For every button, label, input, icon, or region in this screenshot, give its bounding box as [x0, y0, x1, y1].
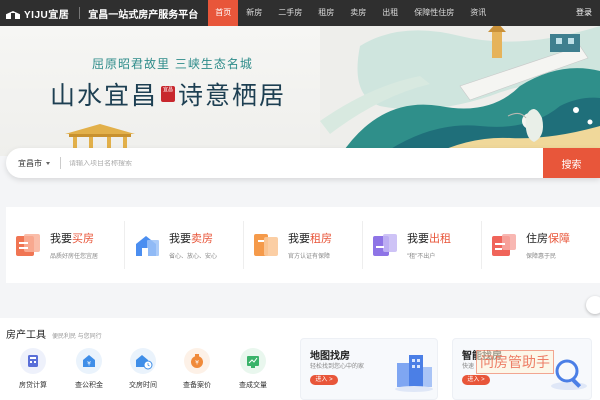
service-rent-house[interactable]: 我要租房 官方认证有保障 [244, 221, 363, 269]
magnifier-illustration-icon [551, 359, 587, 390]
service-housing-security[interactable]: 住房保障 保障惠于民 [482, 221, 600, 269]
watermark-text: 问房管助手 [476, 350, 554, 374]
service-entries: 我要买房 品质好房任您宜居 我要卖房 省心、放心、安心 我要租房 官方认证有保障 [6, 207, 600, 283]
sell-house-icon [136, 236, 159, 256]
service-lease-out[interactable]: 我要出租 "租"不出户 [363, 221, 482, 269]
promo-map-title: 地图找房 [310, 351, 350, 362]
promo-map-subtitle: 轻松找到您心中的家 [310, 364, 365, 370]
service-lease-subtitle: "租"不出户 [407, 254, 436, 260]
tool-delivery-label: 交房时间 [129, 382, 157, 389]
tools-header: 房产工具 便民利民 与您同行 [6, 326, 102, 341]
tool-housing-fund[interactable]: ¥ 查公积金 [64, 348, 114, 390]
nav-item-home[interactable]: 首页 [208, 0, 239, 26]
promo-smart-enter-button[interactable]: 进入 > [462, 375, 490, 385]
brand[interactable]: YIJU宜居 宜昌一站式房产服务平台 [0, 0, 198, 26]
nav-item-affordable-housing[interactable]: 保障性住房 [406, 0, 462, 26]
banner-tagline: 屈原昭君故里 三峡生态名城 [92, 57, 253, 71]
top-navbar: YIJU宜居 宜昌一站式房产服务平台 首页 新房 二手房 租房 卖房 出租 保障… [0, 0, 600, 26]
tool-filing-label: 查备案价 [183, 382, 211, 389]
service-security-subtitle: 保障惠于民 [526, 254, 557, 260]
service-lease-highlight: 出租 [429, 233, 451, 245]
lease-out-icon [373, 234, 397, 256]
hero-banner: 屈原昭君故里 三峡生态名城 山水宜昌 宜昌 诗意栖居 [0, 26, 600, 156]
service-security-prefix: 住房 [526, 233, 548, 245]
promo-map-search[interactable]: 地图找房 轻松找到您心中的家 进入 > [300, 338, 438, 400]
service-buy-subtitle: 品质好房任您宜居 [50, 254, 99, 260]
nav-item-news[interactable]: 资讯 [462, 0, 494, 26]
banner-seal: 宜昌 [161, 86, 176, 102]
search-divider [60, 157, 61, 169]
nav-item-rent[interactable]: 租房 [310, 0, 342, 26]
city-selector[interactable]: 宜昌市 [6, 158, 50, 169]
tool-volume-label: 查成交量 [239, 382, 267, 389]
tool-mortgage-calculator[interactable]: 房贷计算 [8, 348, 58, 390]
brand-slogan: 宜昌一站式房产服务平台 [88, 9, 199, 21]
service-sell-house[interactable]: 我要卖房 省心、放心、安心 [125, 221, 244, 269]
tool-transaction-volume[interactable]: 查成交量 [228, 348, 278, 390]
banner-headline-left: 山水宜昌 [50, 81, 159, 110]
nav-item-sell[interactable]: 卖房 [342, 0, 374, 26]
tool-fund-label: 查公积金 [75, 382, 103, 389]
chevron-down-icon [46, 161, 50, 165]
nav-item-second-hand[interactable]: 二手房 [270, 0, 310, 26]
promo-smart-subtitle: 快速 [462, 364, 475, 370]
service-sell-subtitle: 省心、放心、安心 [169, 254, 218, 260]
service-rent-highlight: 租房 [310, 233, 332, 245]
search-input[interactable] [69, 159, 509, 167]
search-bar: 宜昌市 搜索 [6, 148, 600, 178]
brand-divider [79, 7, 81, 19]
promo-map-enter-button[interactable]: 进入 > [310, 375, 338, 385]
banner-headline-right: 诗意栖居 [178, 81, 287, 110]
service-rent-subtitle: 官方认证有保障 [288, 254, 331, 260]
tool-filing-price[interactable]: ¥ 查备案价 [172, 348, 222, 390]
buy-house-icon [16, 234, 40, 256]
buildings-illustration-icon [395, 355, 433, 392]
rent-house-icon [254, 234, 278, 256]
service-sell-prefix: 我要 [169, 233, 191, 245]
service-buy-house[interactable]: 我要买房 品质好房任您宜居 [6, 221, 125, 269]
tool-mortgage-label: 房贷计算 [19, 382, 47, 389]
svg-text:¥: ¥ [87, 361, 91, 368]
nav-item-lease[interactable]: 出租 [374, 0, 406, 26]
trend-chart-icon [240, 348, 266, 374]
house-logo-icon [6, 7, 20, 19]
login-link[interactable]: 登录 [576, 0, 592, 26]
tools-subtitle: 便民利民 与您同行 [52, 334, 102, 340]
service-rent-prefix: 我要 [288, 233, 310, 245]
service-sell-highlight: 卖房 [191, 233, 213, 245]
banner-headline: 山水宜昌 宜昌 诗意栖居 [50, 76, 286, 112]
service-buy-prefix: 我要 [50, 233, 72, 245]
search-button[interactable]: 搜索 [543, 148, 600, 178]
city-selector-label: 宜昌市 [18, 158, 42, 168]
house-clock-icon [130, 348, 156, 374]
money-bag-icon: ¥ [184, 348, 210, 374]
tools-title: 房产工具 [6, 330, 46, 341]
housing-security-icon [492, 234, 516, 256]
floating-side-button[interactable] [586, 296, 600, 314]
brand-name: YIJU宜居 [24, 9, 70, 21]
main-nav: 首页 新房 二手房 租房 卖房 出租 保障性住房 资讯 [208, 0, 494, 26]
service-security-highlight: 保障 [548, 233, 570, 245]
service-buy-highlight: 买房 [72, 233, 94, 245]
city-illustration [320, 26, 600, 156]
fund-icon: ¥ [76, 348, 102, 374]
service-lease-prefix: 我要 [407, 233, 429, 245]
nav-item-new-house[interactable]: 新房 [238, 0, 270, 26]
calculator-icon [20, 348, 46, 374]
tool-delivery-time[interactable]: 交房时间 [118, 348, 168, 390]
svg-text:¥: ¥ [195, 360, 199, 367]
